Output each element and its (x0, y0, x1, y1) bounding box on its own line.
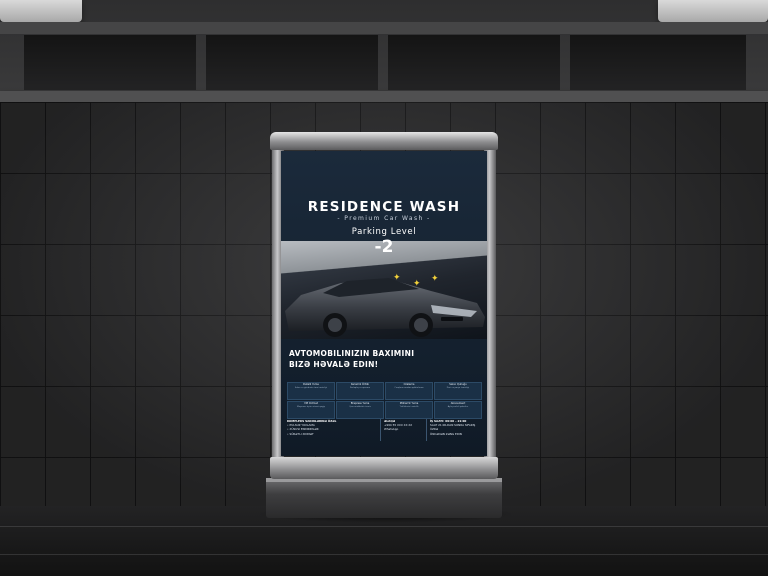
ceiling-panel (388, 35, 560, 90)
service-description: Qısa müddətdə təmiz (349, 406, 371, 408)
poster-subtitle: - Premium Car Wash - (337, 215, 431, 222)
footer-resident-offer: KOMPLEKS SAKINLƏRINƏ ÖZƏL • PULSUZ YOXLA… (287, 419, 375, 436)
parking-level-number: -2 (374, 237, 394, 257)
service-card: Mühərrik Yuma Təhlükəsiz təmizlik (385, 401, 433, 419)
service-description: Aylıq sərfəli paketlər (447, 406, 469, 408)
ceiling-edge (0, 91, 768, 102)
service-card: Abonement Aylıq sərfəli paketlər (434, 401, 482, 419)
service-card: Salon Qulluğu Dəri və parça təmizliyi (434, 382, 482, 400)
poster-title: RESIDENCE WASH (307, 199, 461, 215)
kiosk-frame-bottom (270, 457, 498, 479)
footer-line: • SÜRƏTLI XIDMƏT (287, 431, 314, 436)
kiosk-base (266, 478, 502, 518)
service-description: Salon və gövdənin tam təmizliyi (294, 387, 328, 389)
ceiling (0, 0, 768, 102)
service-card: Ekspress Yuma Qısa müddətdə təmiz (336, 401, 384, 419)
subway-scene: RESIDENCE WASH - Premium Car Wash - Park… (0, 0, 768, 576)
tagline-line-2: BIZƏ HƏVALƏ EDIN! (289, 360, 379, 369)
service-description: Dəri və parça təmizliyi (446, 387, 470, 389)
service-description: Cızıqların aradan qaldırılması (394, 387, 424, 389)
footer-line: SAAT 21:00-DAN SONRA SIFARIŞ ÜZRƏ (430, 423, 476, 432)
service-card: Cilalama Cızıqların aradan qaldırılması (385, 382, 433, 400)
ceiling-panel (206, 35, 378, 90)
car-rim-rear (328, 318, 342, 332)
ceiling-light-right (658, 0, 768, 22)
ceiling-light-left (0, 0, 82, 22)
ceiling-panel (24, 35, 196, 90)
poster-tagline: AVTOMOBILINIZIN BAXIMINI BIZƏ HƏVALƏ EDI… (289, 348, 479, 370)
service-card: Keramik Örtük Parlaqlıq və qoruma (336, 382, 384, 400)
footer-divider (426, 419, 427, 441)
kiosk-frame-top (270, 132, 498, 150)
footer-line: WhatsApp (384, 427, 399, 432)
poster-footer: KOMPLEKS SAKINLƏRINƏ ÖZƏL • PULSUZ YOXLA… (287, 419, 481, 453)
service-description: Təhlükəsiz təmizlik (399, 406, 419, 408)
ceiling-panel (570, 35, 746, 90)
footer-hours: İŞ SAATI: 09:00 – 21:00 SAAT 21:00-DAN S… (430, 419, 482, 436)
parking-label: Parking Level (351, 227, 417, 237)
footer-line: ÖNCƏDƏN ZƏNG EDIN (430, 431, 462, 436)
service-description: Maşınınız üçün xüsusi qayğı (297, 406, 325, 408)
service-description: Parlaqlıq və qoruma (349, 387, 371, 389)
car-image (285, 278, 485, 337)
floor-seam (0, 526, 768, 527)
footer-divider (380, 419, 381, 441)
footer-contact: ƏLAQƏ +994 55 XXX XX XX WhatsApp (384, 419, 424, 432)
car-grille (441, 317, 463, 321)
car-rim-front (414, 318, 428, 332)
service-card: Detalli Yuma Salon və gövdənin tam təmiz… (287, 382, 335, 400)
advertising-poster: RESIDENCE WASH - Premium Car Wash - Park… (281, 151, 487, 456)
service-card: VIP Xidmət Maşınınız üçün xüsusi qayğı (287, 401, 335, 419)
floor-seam (0, 554, 768, 555)
ceiling-beam (0, 22, 768, 34)
tagline-line-1: AVTOMOBILINIZIN BAXIMINI (289, 349, 415, 358)
